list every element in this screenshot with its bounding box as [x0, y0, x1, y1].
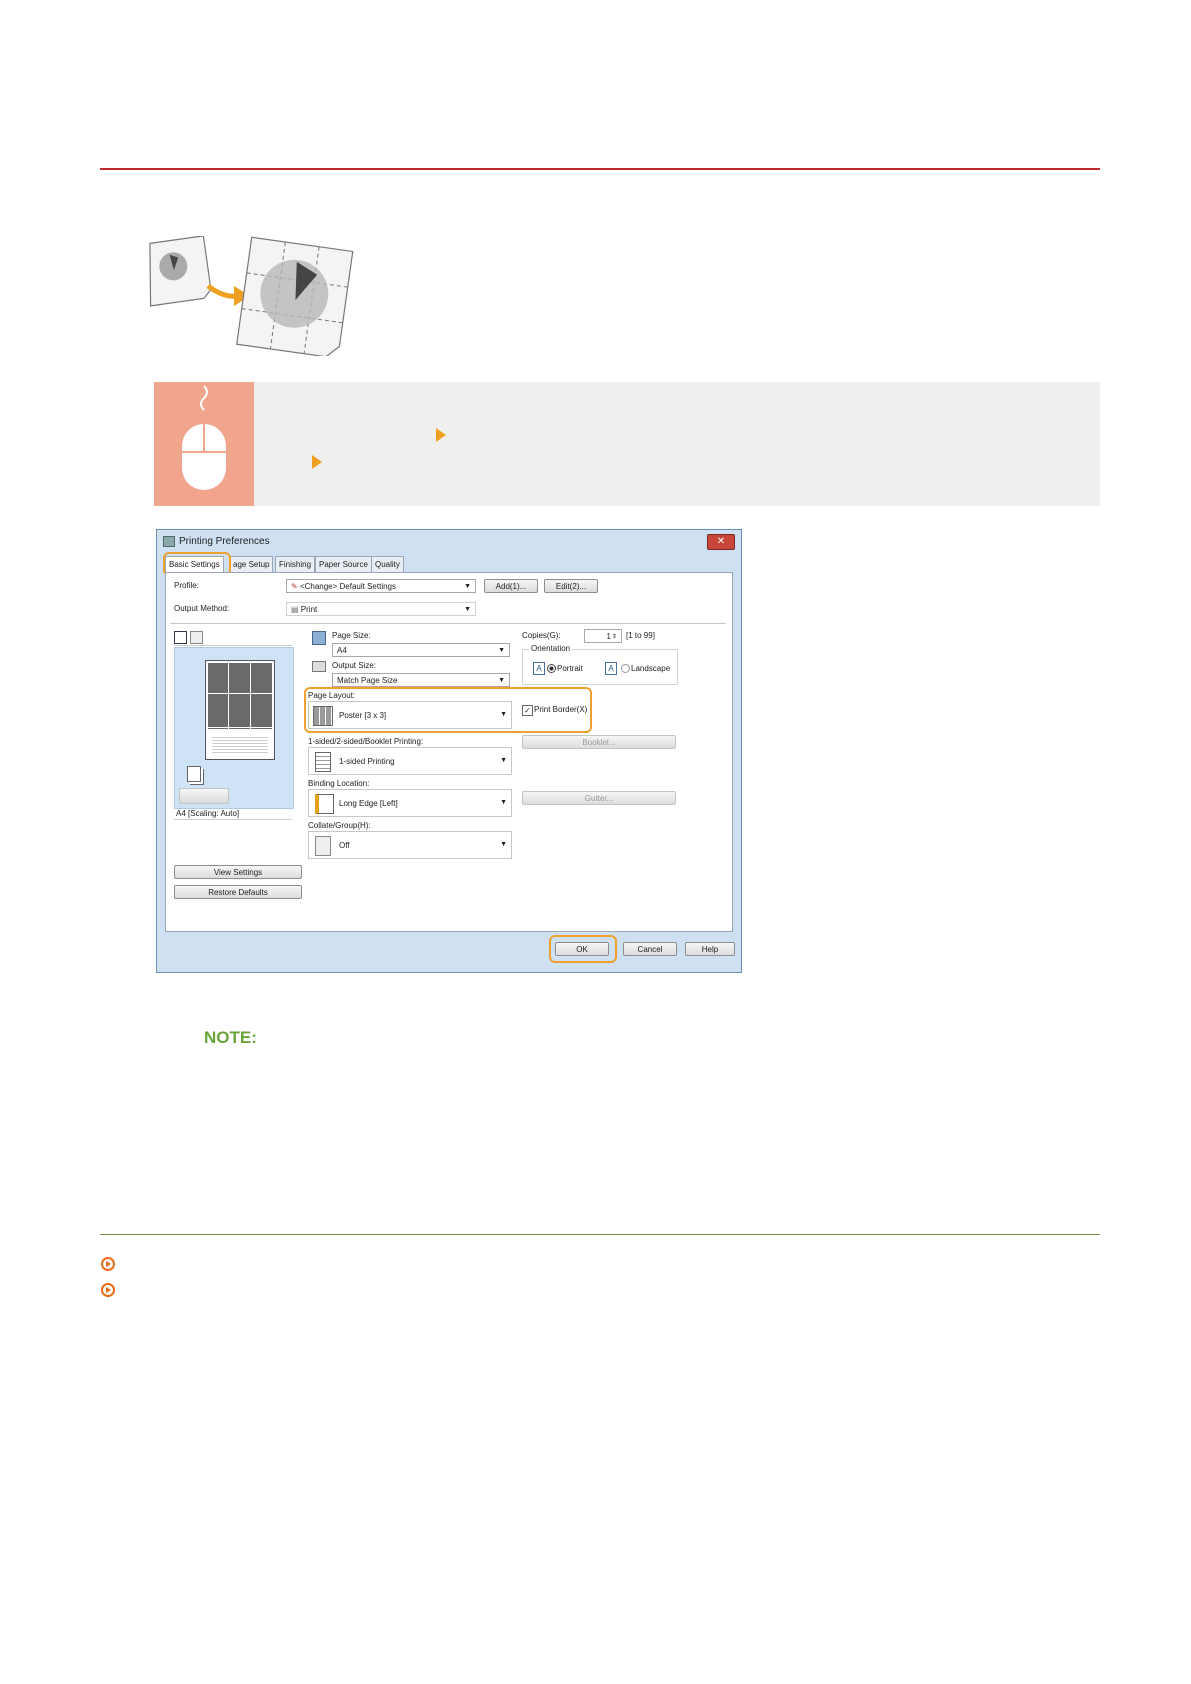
step-arrow-icon — [436, 428, 446, 442]
divider — [170, 623, 726, 624]
add-profile-button[interactable]: Add(1)... — [484, 579, 538, 593]
related-topics-rule — [100, 1234, 1100, 1235]
output-size-icon — [312, 661, 326, 672]
copies-stack-icon — [187, 766, 201, 782]
print-preview — [174, 647, 294, 809]
landscape-radio[interactable] — [621, 664, 630, 673]
booklet-preview-toggle[interactable] — [179, 788, 229, 804]
pencil-icon: ✎ — [291, 582, 298, 591]
chevron-down-icon: ▼ — [500, 757, 507, 764]
small-page-icon — [149, 236, 212, 307]
chevron-down-icon: ▼ — [500, 799, 507, 806]
preview-image — [208, 663, 272, 729]
printer-icon — [163, 536, 175, 547]
dialog-title-bar: Printing Preferences ✕ — [157, 530, 741, 552]
profile-select[interactable]: ✎ <Change> Default Settings ▼ — [286, 579, 476, 593]
ok-highlight — [549, 935, 617, 963]
orientation-label: Orientation — [529, 644, 573, 653]
edit-profile-button[interactable]: Edit(2)... — [544, 579, 598, 593]
tab-paper-source[interactable]: Paper Source — [315, 556, 372, 573]
orientation-group: Orientation A Portrait A Landscape — [522, 644, 678, 685]
mouse-operation-icon — [154, 382, 254, 506]
sided-printing-label: 1-sided/2-sided/Booklet Printing: — [308, 737, 424, 746]
page-view-icon[interactable] — [174, 631, 187, 644]
chevron-down-icon: ▼ — [464, 606, 471, 613]
link-arrow-icon[interactable] — [101, 1257, 115, 1271]
preview-toolbar — [174, 631, 292, 646]
one-sided-icon — [315, 752, 331, 772]
binding-location-select[interactable]: Long Edge [Left] ▼ — [308, 789, 512, 817]
spinner-icon[interactable]: ⇕ — [612, 630, 617, 644]
collate-value: Off — [339, 841, 350, 850]
tab-page-setup[interactable]: age Setup — [229, 556, 274, 573]
printer-icon: ▤ — [291, 605, 299, 614]
output-method-label: Output Method: — [174, 604, 230, 613]
tab-finishing[interactable]: Finishing — [275, 556, 316, 573]
gutter-button[interactable]: Gutter... — [522, 791, 676, 805]
view-settings-button[interactable]: View Settings — [174, 865, 302, 879]
link-arrow-icon[interactable] — [101, 1283, 115, 1297]
step-arrow-icon — [312, 455, 322, 469]
profile-label: Profile: — [174, 581, 199, 590]
printing-preferences-dialog: Printing Preferences ✕ Basic Settings ag… — [156, 529, 742, 973]
poster-illustration — [149, 236, 354, 356]
profile-value: <Change> Default Settings — [299, 582, 397, 591]
help-button[interactable]: Help — [685, 942, 735, 956]
binding-edge-icon — [315, 794, 334, 814]
page-size-select[interactable]: A4 ▼ — [332, 643, 510, 657]
output-size-value: Match Page Size — [337, 676, 398, 685]
binding-location-label: Binding Location: — [308, 779, 370, 788]
output-size-select[interactable]: Match Page Size ▼ — [332, 673, 510, 687]
output-method-value: Print — [300, 605, 318, 614]
portrait-label: Portrait — [557, 664, 583, 673]
collate-icon — [315, 836, 331, 856]
collate-select[interactable]: Off ▼ — [308, 831, 512, 859]
note-label: NOTE: — [204, 1028, 257, 1047]
chevron-down-icon: ▼ — [464, 583, 471, 590]
landscape-icon: A — [605, 662, 617, 675]
restore-defaults-button[interactable]: Restore Defaults — [174, 885, 302, 899]
sided-printing-select[interactable]: 1-sided Printing ▼ — [308, 747, 512, 775]
dialog-title: Printing Preferences — [179, 536, 270, 547]
chevron-down-icon: ▼ — [500, 841, 507, 848]
page-size-icon — [312, 631, 326, 645]
booklet-button[interactable]: Booklet... — [522, 735, 676, 749]
operation-banner — [154, 382, 1100, 506]
close-button[interactable]: ✕ — [707, 534, 735, 550]
preview-caption: A4 [Scaling: Auto] — [176, 809, 240, 818]
chevron-down-icon: ▼ — [498, 647, 505, 654]
copies-input[interactable]: 1 ⇕ — [584, 629, 622, 643]
printer-view-icon[interactable] — [190, 631, 203, 644]
large-page-icon — [236, 236, 354, 356]
cancel-button[interactable]: Cancel — [623, 942, 677, 956]
portrait-radio[interactable] — [547, 664, 556, 673]
tab-quality[interactable]: Quality — [371, 556, 404, 573]
output-size-label: Output Size: — [332, 661, 377, 670]
collate-label: Collate/Group(H): — [308, 821, 371, 830]
settings-pane: Profile: ✎ <Change> Default Settings ▼ A… — [165, 572, 733, 932]
print-border-label: Print Border(X) — [534, 705, 588, 714]
copies-label: Copies(G): — [522, 631, 561, 640]
print-border-checkbox[interactable]: ✓ — [522, 705, 533, 716]
chevron-down-icon: ▼ — [498, 677, 505, 684]
portrait-icon: A — [533, 662, 545, 675]
landscape-label: Landscape — [631, 664, 671, 673]
copies-value: 1 — [606, 632, 611, 641]
output-method-select[interactable]: ▤ Print ▼ — [286, 602, 476, 616]
section-rule — [100, 168, 1100, 170]
binding-location-value: Long Edge [Left] — [339, 799, 398, 808]
preview-page — [205, 660, 275, 760]
sided-printing-value: 1-sided Printing — [339, 757, 395, 766]
page-size-label: Page Size: — [332, 631, 371, 640]
page-size-value: A4 — [337, 646, 347, 655]
copies-range: [1 to 99] — [626, 631, 655, 640]
